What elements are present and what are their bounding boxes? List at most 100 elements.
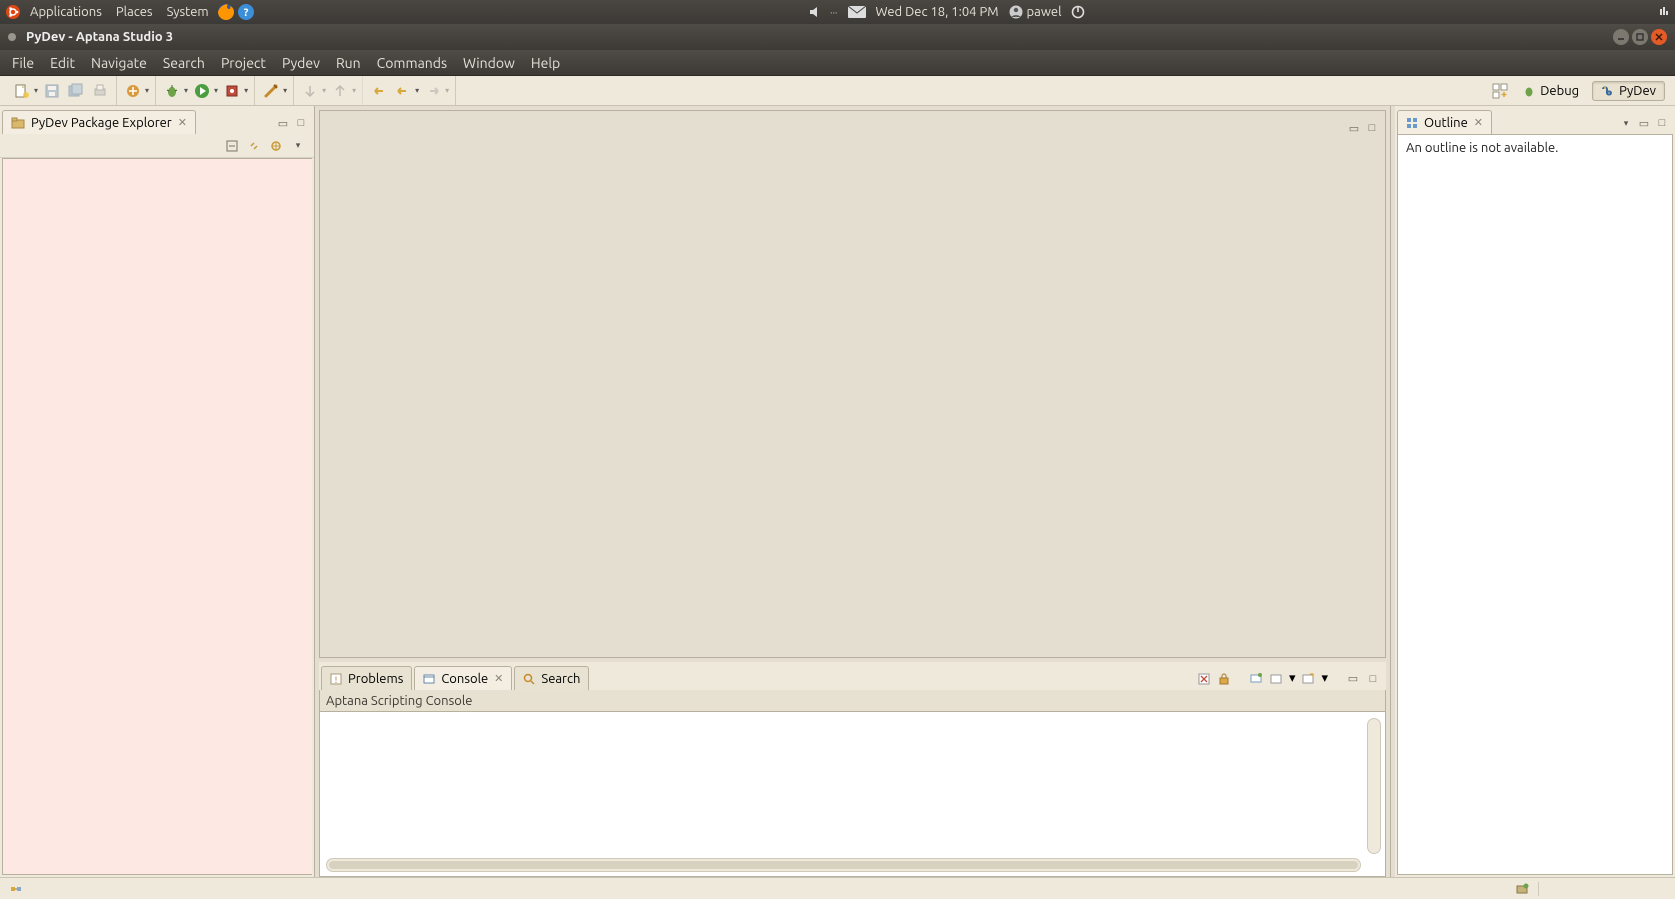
menu-file[interactable]: File [4,55,42,71]
forward-button[interactable] [423,81,443,101]
new-dropdown[interactable]: ▾ [34,86,38,95]
app-indicator-icon [8,33,16,41]
network-icon[interactable] [1657,5,1671,19]
scroll-lock-icon[interactable] [1217,672,1231,686]
prev-annotation-button[interactable] [330,81,350,101]
pin-console-icon[interactable] [1249,672,1263,686]
outline-maximize-icon[interactable]: □ [1655,116,1669,130]
menu-edit[interactable]: Edit [42,55,83,71]
close-tab-icon[interactable]: ✕ [1474,116,1483,129]
tab-console[interactable]: Console ✕ [414,666,512,690]
console-icon [423,673,435,685]
menu-commands[interactable]: Commands [369,55,455,71]
external-tools-dropdown[interactable]: ▾ [244,86,248,95]
collapse-all-icon[interactable] [224,138,240,154]
perspective-debug[interactable]: Debug [1513,81,1588,101]
tab-package-explorer-label: PyDev Package Explorer [31,116,172,130]
status-updates-icon[interactable] [1514,881,1530,897]
link-editor-icon[interactable] [246,138,262,154]
power-icon[interactable] [1071,5,1085,19]
menu-pydev[interactable]: Pydev [274,55,328,71]
back-button[interactable] [393,81,413,101]
help-icon[interactable]: ? [237,3,255,21]
open-console-icon[interactable] [1301,672,1315,686]
display-console-dropdown[interactable]: ▾ [1289,671,1296,686]
open-perspective-button[interactable] [1491,82,1509,100]
window-maximize-button[interactable] [1632,29,1648,45]
debug-button[interactable] [162,81,182,101]
new-button[interactable] [12,81,32,101]
gnome-menu-system[interactable]: System [161,5,215,19]
console-vertical-scrollbar[interactable] [1367,718,1381,854]
volume-icon[interactable]: ··· [810,6,837,18]
gnome-panel: Applications Places System ? ··· Wed Dec… [0,0,1675,24]
next-annotation-button[interactable] [300,81,320,101]
perspective-pydev-label: PyDev [1619,84,1656,98]
last-edit-location-button[interactable] [369,81,389,101]
external-tools-button[interactable] [222,81,242,101]
run-button[interactable] [192,81,212,101]
commands-dropdown[interactable]: ▾ [283,86,287,95]
menu-run[interactable]: Run [328,55,369,71]
menu-help[interactable]: Help [523,55,568,71]
ide-menubar: File Edit Navigate Search Project Pydev … [0,50,1675,76]
menu-search[interactable]: Search [155,55,213,71]
menu-window[interactable]: Window [455,55,523,71]
gnome-menu-applications[interactable]: Applications [24,5,108,19]
view-menu-icon[interactable]: ▾ [290,138,306,154]
ubuntu-logo-icon[interactable] [4,3,22,21]
left-column: PyDev Package Explorer ✕ ▭ □ ▾ [0,106,315,877]
clock[interactable]: Wed Dec 18, 1:04 PM [876,5,999,19]
commands-button[interactable] [261,81,281,101]
window-minimize-button[interactable] [1613,29,1629,45]
prev-annotation-dropdown[interactable]: ▾ [352,86,356,95]
mail-icon[interactable] [848,6,866,18]
menu-navigate[interactable]: Navigate [83,55,155,71]
console-horizontal-scrollbar[interactable] [326,858,1361,872]
back-dropdown[interactable]: ▾ [415,86,419,95]
outline-minimize-icon[interactable]: ▭ [1637,116,1651,130]
menu-project[interactable]: Project [213,55,274,71]
tab-search[interactable]: Search [514,666,589,690]
gnome-menu-places[interactable]: Places [110,5,159,19]
save-button[interactable] [42,81,62,101]
connection-icon[interactable] [8,881,24,897]
editor-area[interactable]: ▭ □ [319,110,1386,658]
clear-console-icon[interactable] [1197,672,1211,686]
save-all-button[interactable] [66,81,86,101]
user-menu[interactable]: pawel [1009,5,1062,19]
maximize-view-icon[interactable]: □ [294,116,308,130]
print-button[interactable] [90,81,110,101]
tab-problems-label: Problems [348,672,403,686]
open-console-dropdown[interactable]: ▾ [1321,671,1328,686]
editor-maximize-icon[interactable]: □ [1365,121,1379,135]
tab-package-explorer[interactable]: PyDev Package Explorer ✕ [2,110,196,134]
console-body[interactable] [319,712,1386,877]
user-name: pawel [1027,5,1062,19]
package-explorer-body[interactable] [2,158,312,875]
focus-task-icon[interactable] [268,138,284,154]
perspective-pydev[interactable]: PyDev [1592,81,1665,101]
tab-outline-label: Outline [1424,116,1468,130]
editor-minimize-icon[interactable]: ▭ [1347,121,1361,135]
tab-search-label: Search [541,672,580,686]
deploy-dropdown[interactable]: ▾ [145,86,149,95]
deploy-button[interactable] [123,81,143,101]
next-annotation-dropdown[interactable]: ▾ [322,86,326,95]
problems-icon: ! [330,673,342,685]
debug-dropdown[interactable]: ▾ [184,86,188,95]
outline-view-menu-icon[interactable]: ▾ [1619,116,1633,130]
center-column: ▭ □ ! Problems Console ✕ Search [315,106,1390,877]
tab-problems[interactable]: ! Problems [321,666,412,690]
forward-dropdown[interactable]: ▾ [445,86,449,95]
minimize-view-icon[interactable]: ▭ [276,116,290,130]
bottom-maximize-icon[interactable]: □ [1366,672,1380,686]
window-close-button[interactable] [1651,29,1667,45]
display-console-icon[interactable] [1269,672,1283,686]
run-dropdown[interactable]: ▾ [214,86,218,95]
close-tab-icon[interactable]: ✕ [178,116,187,129]
bottom-minimize-icon[interactable]: ▭ [1346,672,1360,686]
firefox-icon[interactable] [217,3,235,21]
tab-outline[interactable]: Outline ✕ [1397,110,1492,134]
close-tab-icon[interactable]: ✕ [494,672,503,685]
